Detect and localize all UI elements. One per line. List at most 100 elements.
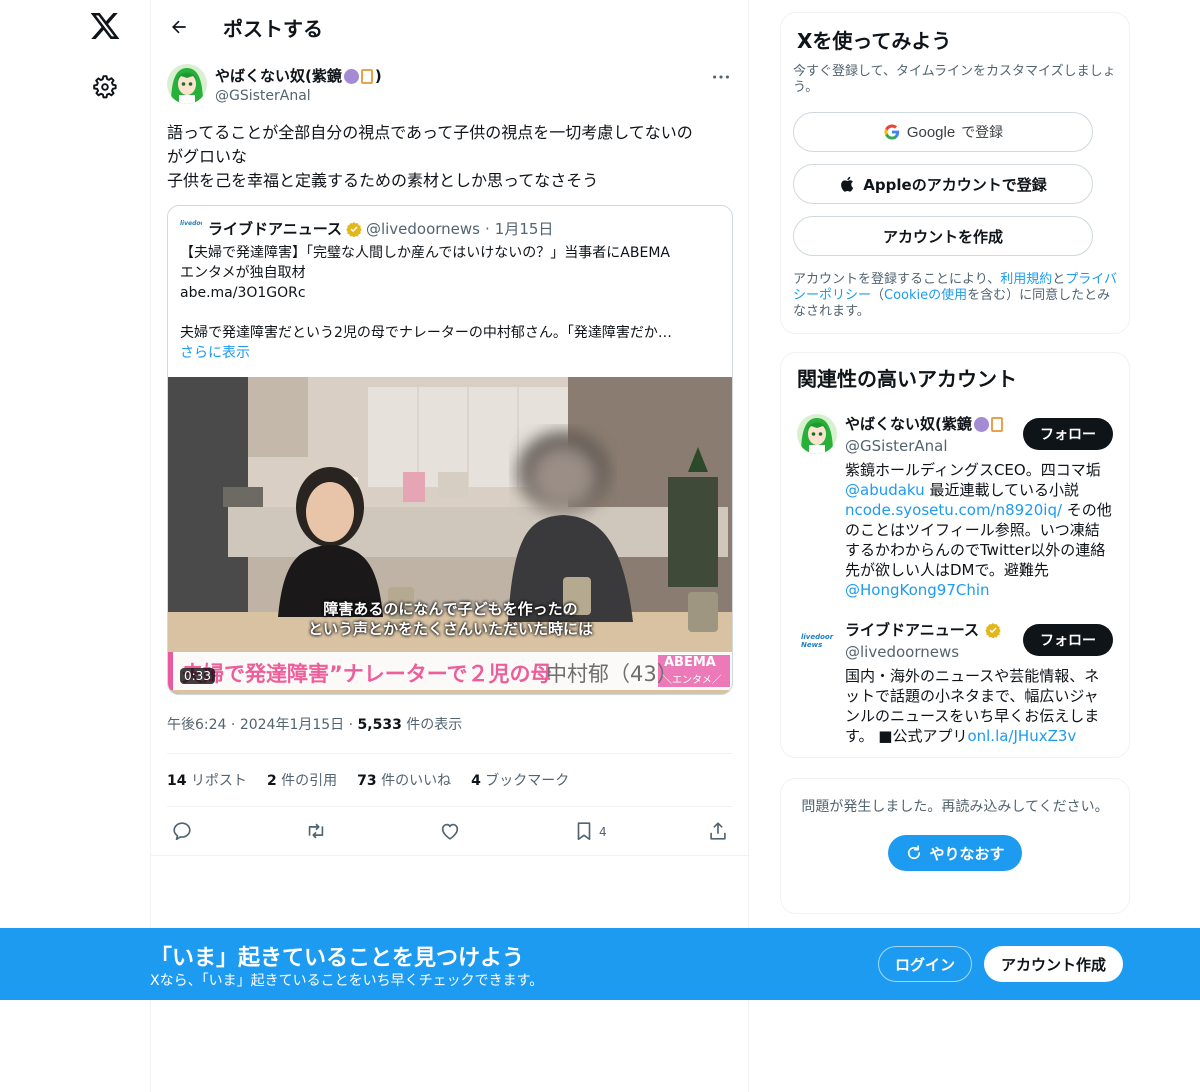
apple-signup-label: Appleのアカウントで登録	[863, 175, 1047, 194]
likes-count: 73	[357, 773, 377, 789]
divider	[151, 855, 748, 856]
livedoor-news-logo-icon: livedoor News	[180, 219, 202, 227]
login-button[interactable]: ログイン	[878, 946, 972, 982]
author-handle[interactable]: @GSisterAnal	[215, 86, 382, 106]
author-name-text: やばくない奴(紫鏡	[215, 67, 342, 85]
refresh-icon	[908, 845, 921, 860]
post-time[interactable]: 午後6:24	[167, 717, 226, 733]
quoted-date: 1月15日	[494, 220, 554, 238]
google-signup-label: で登録	[961, 125, 1004, 141]
post-date[interactable]: 2024年1月15日	[240, 717, 344, 733]
signup-subtitle: 今すぐ登録して、タイムラインをカスタマイズしましょう。	[793, 64, 1116, 95]
abema-sublabel: ＼エンタメ／	[662, 675, 722, 686]
reply-icon[interactable]	[171, 820, 193, 842]
reposts-count: 14	[167, 773, 187, 789]
quotes-stat[interactable]: 2 件の引用	[267, 770, 337, 790]
quoted-author-name: ライブドアニュース	[208, 220, 342, 238]
video-thumbnail[interactable]: 障害あるのになんで子どもを作ったの という声とかをたくさんいただいた時には 夫婦…	[168, 377, 732, 694]
separator-dot: ·	[348, 717, 354, 733]
likes-stat[interactable]: 73 件のいいね	[357, 770, 451, 790]
post-actions: 4	[151, 807, 748, 855]
bookmark-action-count: 4	[599, 825, 607, 839]
error-card: 問題が発生しました。再読み込みしてください。 やりなおす	[780, 778, 1130, 914]
legal-text: アカウントを登録することにより、利用規約とプライバシーポリシー（Cookieの使…	[793, 272, 1117, 320]
video-caption: 障害あるのになんで子どもを作ったの という声とかをたくさんいただいた時には	[168, 599, 732, 639]
video-frame	[168, 377, 732, 694]
quoted-post-body: livedoor News ライブドアニュース @livedoornews · …	[168, 206, 732, 371]
terms-link[interactable]: 利用規約	[1000, 272, 1052, 287]
top-bar: ポストする	[151, 0, 748, 54]
show-more-link[interactable]: さらに表示	[180, 343, 720, 363]
avatar[interactable]	[167, 64, 207, 104]
gear-icon[interactable]	[92, 74, 118, 100]
related-account[interactable]: やばくない奴(紫鏡 @GSisterAnal フォロー 紫鏡ホールディングスCE…	[797, 414, 1113, 600]
purple-circle-emoji-icon	[343, 68, 359, 84]
cookie-link[interactable]: Cookieの使用	[884, 288, 967, 303]
signup-button[interactable]: アカウント作成	[984, 946, 1123, 982]
repost-icon[interactable]	[305, 820, 327, 842]
like-icon[interactable]	[439, 820, 461, 842]
quoted-post[interactable]: livedoor News ライブドアニュース @livedoornews · …	[167, 205, 733, 695]
apple-icon	[841, 176, 854, 192]
google-signup-button[interactable]: Google で登録	[793, 112, 1093, 152]
retry-label: やりなおす	[929, 844, 1005, 863]
google-brand-label: Google	[906, 123, 956, 141]
reposts-label: リポスト	[190, 773, 247, 789]
related-title: 関連性の高いアカウント	[797, 367, 1017, 391]
post-stats: 14 リポスト 2 件の引用 73 件のいいね 4 ブックマーク	[151, 754, 748, 806]
bio-text: 紫鏡ホールディングスCEO。四コマ垢	[845, 461, 1101, 479]
related-accounts-card: 関連性の高いアカウント やばくない奴(紫鏡 @GSisterAnal フォロー …	[780, 352, 1130, 758]
follow-button[interactable]: フォロー	[1023, 624, 1113, 656]
legal-prefix: アカウントを登録することにより、	[793, 272, 1001, 287]
apple-signup-button[interactable]: Appleのアカウントで登録	[793, 164, 1093, 204]
clipboard-emoji-icon	[990, 416, 1003, 432]
follow-button[interactable]: フォロー	[1023, 418, 1113, 450]
more-options-icon[interactable]	[710, 66, 732, 88]
reposts-stat[interactable]: 14 リポスト	[167, 770, 247, 790]
purple-circle-emoji-icon	[973, 416, 989, 432]
related-account[interactable]: livedoor News ライブドアニュース @livedoornews フォ…	[797, 620, 1113, 746]
quoted-text-line: 夫婦で発達障害だという2児の母でナレーターの中村郁さん。「発達障害だか…	[180, 325, 672, 341]
banner-title: 「いま」起きていることを見つけよう	[150, 946, 525, 971]
likes-label: 件のいいね	[381, 773, 452, 789]
bio-link[interactable]: onl.la/JHuxZ3v	[967, 727, 1076, 745]
lower-third-title: 夫婦で発達障害”ナレーターで２児の母	[182, 662, 552, 686]
quoted-post-header: livedoor News ライブドアニュース @livedoornews · …	[180, 218, 720, 239]
quotes-label: 件の引用	[281, 773, 338, 789]
lower-third-name: 中村郁（43）	[546, 662, 678, 686]
x-logo-icon[interactable]	[89, 10, 121, 42]
account-bio: 紫鏡ホールディングスCEO。四コマ垢 @abudaku 最近連載している小説 nco…	[845, 460, 1113, 600]
bio-text: 最近連載している小説	[924, 481, 1079, 499]
livedoor-news-avatar[interactable]: livedoor News	[797, 620, 837, 660]
post-text-line: 子供を己を幸福と定義するための素材としか思ってなさそう	[167, 171, 599, 190]
quoted-text-line: 【夫婦で発達障害】「完璧な人間しか産んではいけないの？」当事者にABEMA	[180, 245, 670, 261]
livedoor-news-logo-icon: livedoor News	[801, 633, 834, 649]
login-banner: 「いま」起きていることを見つけよう Xなら、「いま」起きていることをいち早くチェ…	[0, 928, 1200, 1000]
legal-paren: （	[871, 288, 885, 303]
quoted-author-handle: @livedoornews	[365, 219, 480, 238]
clipboard-emoji-icon	[360, 68, 373, 84]
post: やばくない奴(紫鏡 ) @GSisterAnal 語ってることが全部自分の視点で…	[151, 54, 748, 735]
bio-link[interactable]: @HongKong97Chin	[845, 581, 990, 599]
separator-dot: ·	[230, 717, 236, 733]
avatar[interactable]	[797, 414, 837, 454]
post-text-line: 語ってることが全部自分の視点であって子供の視点を一切考慮してないの	[167, 123, 693, 142]
error-message: 問題が発生しました。再読み込みしてください。	[801, 799, 1109, 815]
post-text: 語ってることが全部自分の視点であって子供の視点を一切考慮してないの がグロいな …	[167, 121, 732, 193]
create-account-button[interactable]: アカウントを作成	[793, 216, 1093, 256]
account-name-text: ライブドアニュース	[845, 621, 979, 639]
back-arrow-icon[interactable]	[169, 17, 189, 37]
retry-button[interactable]: やりなおす	[888, 835, 1022, 871]
author-name[interactable]: やばくない奴(紫鏡 )	[215, 66, 382, 86]
bio-link[interactable]: @abudaku	[845, 481, 925, 499]
account-bio: 国内・海外のニュースや芸能情報、ネットで話題の小ネタまで、幅広いジャンルのニュー…	[845, 666, 1113, 746]
author-name-suffix: )	[374, 67, 382, 85]
page-title: ポストする	[223, 16, 323, 41]
share-icon[interactable]	[707, 820, 729, 842]
bookmark-icon[interactable]	[573, 820, 595, 842]
bookmarks-stat[interactable]: 4 ブックマーク	[471, 770, 569, 790]
create-account-label: アカウントを作成	[882, 227, 1003, 246]
bio-link[interactable]: ncode.syosetu.com/n8920iq/	[845, 501, 1062, 519]
abema-label: ABEMA	[664, 655, 716, 670]
